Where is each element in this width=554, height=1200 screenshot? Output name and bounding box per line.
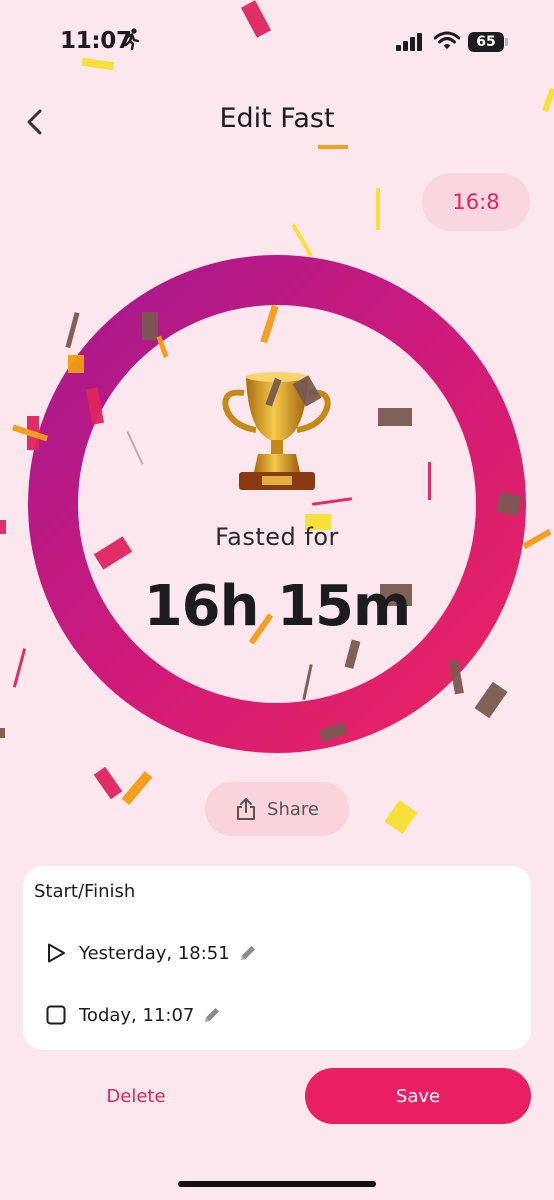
home-indicator[interactable] — [178, 1181, 376, 1187]
start-time: Yesterday, 18:51 — [79, 942, 230, 964]
fast-duration: 16h 15m — [143, 574, 412, 639]
fasted-for-label: Fasted for — [215, 523, 339, 551]
card-title: Start/Finish — [34, 881, 136, 902]
edit-finish-button[interactable] — [202, 1005, 222, 1025]
save-button[interactable]: Save — [305, 1068, 531, 1124]
share-label: Share — [267, 798, 319, 820]
progress-ring-track — [28, 255, 526, 753]
pencil-icon — [205, 1008, 220, 1022]
delete-button[interactable]: Delete — [60, 1068, 212, 1124]
finish-time-row[interactable]: Today, 11:07 — [45, 999, 222, 1031]
edit-start-button[interactable] — [238, 943, 258, 963]
start-time-row[interactable]: Yesterday, 18:51 — [45, 937, 258, 969]
play-icon — [48, 943, 65, 963]
share-icon — [237, 798, 256, 820]
finish-time: Today, 11:07 — [79, 1004, 195, 1026]
start-finish-card: Start/Finish Yesterday, 18:51 Today, 11:… — [23, 866, 531, 1050]
pencil-icon — [240, 946, 255, 960]
share-button[interactable]: Share — [205, 782, 349, 836]
stop-square-icon — [46, 1005, 66, 1025]
